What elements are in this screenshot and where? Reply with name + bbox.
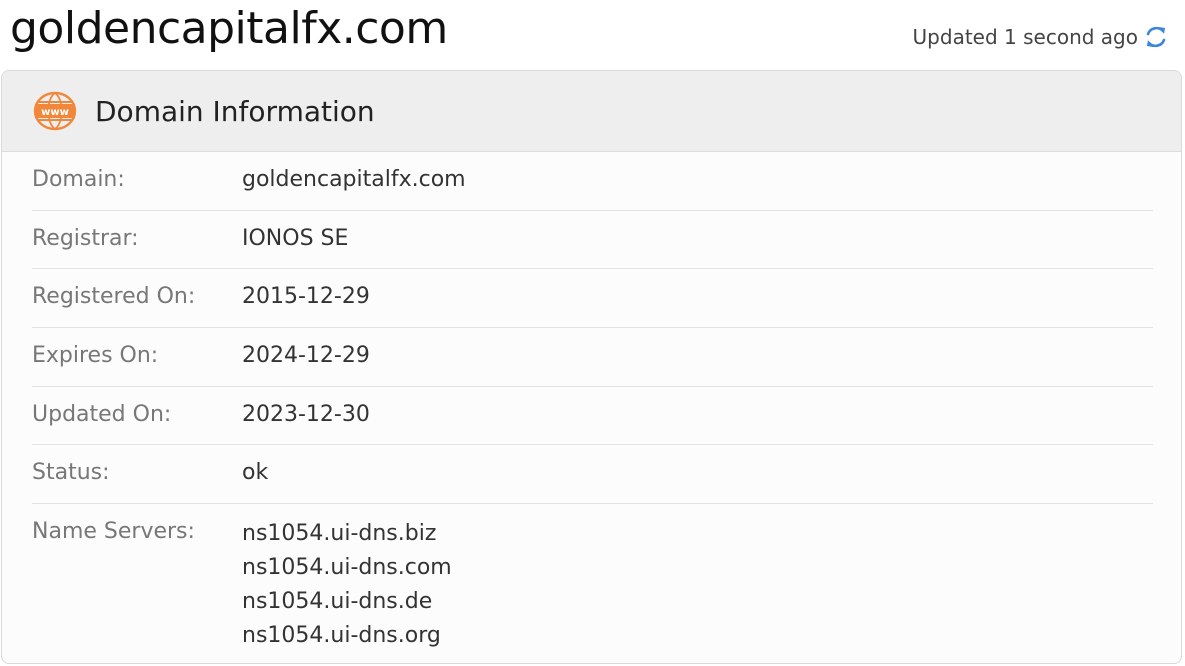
row-expires-on: Expires On: 2024-12-29 bbox=[32, 328, 1153, 387]
row-registrar: Registrar: IONOS SE bbox=[32, 211, 1153, 270]
name-server-list: ns1054.ui-dns.biz ns1054.ui-dns.com ns10… bbox=[242, 504, 452, 653]
row-value: 2024-12-29 bbox=[242, 343, 370, 369]
domain-information-card: www Domain Information Domain: goldencap… bbox=[1, 70, 1182, 664]
row-registered-on: Registered On: 2015-12-29 bbox=[32, 269, 1153, 329]
updated-text: Updated 1 second ago bbox=[912, 25, 1138, 49]
row-label: Registrar: bbox=[32, 225, 139, 251]
info-rows: Domain: goldencapitalfx.com Registrar: I… bbox=[32, 152, 1153, 653]
svg-text:www: www bbox=[41, 107, 69, 118]
name-server-item: ns1054.ui-dns.com bbox=[242, 555, 452, 581]
row-value: goldencapitalfx.com bbox=[242, 167, 466, 192]
row-label: Updated On: bbox=[32, 401, 172, 427]
name-server-item: ns1054.ui-dns.de bbox=[242, 589, 433, 615]
page: goldencapitalfx.com Updated 1 second ago… bbox=[0, 0, 1185, 666]
page-title: goldencapitalfx.com bbox=[10, 3, 448, 54]
row-label: Domain: bbox=[32, 167, 125, 192]
row-status: Status: ok bbox=[32, 445, 1153, 505]
row-label: Registered On: bbox=[32, 284, 196, 310]
card-header: www Domain Information bbox=[2, 71, 1181, 152]
www-globe-icon: www bbox=[33, 91, 77, 131]
row-value: ok bbox=[242, 460, 269, 486]
row-value: IONOS SE bbox=[242, 225, 349, 251]
name-server-item: ns1054.ui-dns.org bbox=[242, 623, 441, 649]
refresh-icon[interactable] bbox=[1144, 24, 1168, 50]
update-status: Updated 1 second ago bbox=[913, 24, 1168, 50]
row-domain: Domain: goldencapitalfx.com bbox=[32, 152, 1153, 211]
row-label: Status: bbox=[32, 460, 110, 486]
row-name-servers: Name Servers: ns1054.ui-dns.biz ns1054.u… bbox=[32, 504, 1153, 653]
row-label: Name Servers: bbox=[32, 519, 195, 545]
card-title: Domain Information bbox=[95, 94, 375, 128]
row-value: 2015-12-29 bbox=[242, 284, 370, 310]
row-value: 2023-12-30 bbox=[242, 401, 370, 427]
name-server-item: ns1054.ui-dns.biz bbox=[242, 521, 437, 547]
row-label: Expires On: bbox=[32, 343, 159, 369]
row-updated-on: Updated On: 2023-12-30 bbox=[32, 387, 1153, 446]
